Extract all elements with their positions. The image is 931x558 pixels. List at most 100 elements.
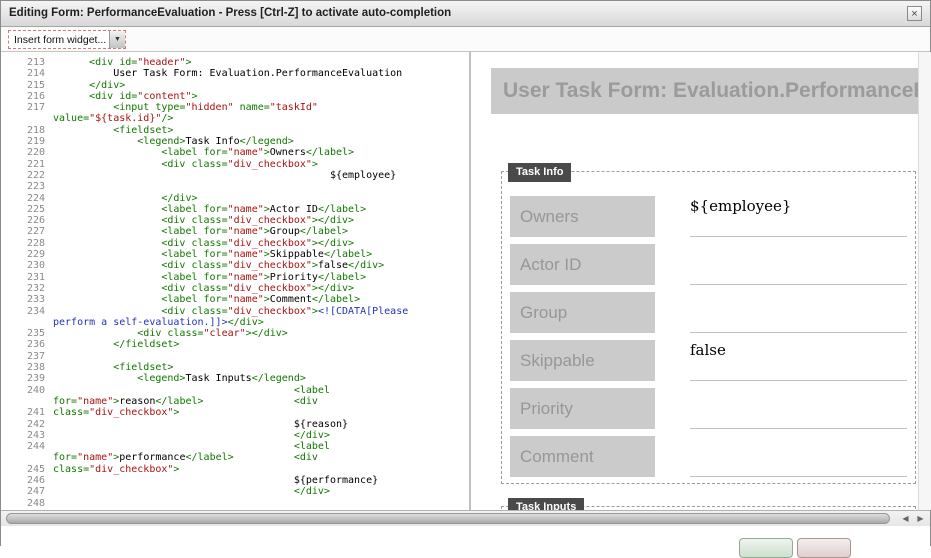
code-editor[interactable]: 213 <div id="header">214 User Task Form:… xyxy=(1,52,469,510)
code-line: 222 ${employee} xyxy=(1,170,469,181)
code-text: perform a self-evaluation.]]></div> xyxy=(53,317,264,328)
code-text: </fieldset> xyxy=(53,339,179,350)
line-number: 215 xyxy=(1,80,53,91)
line-number: 217 xyxy=(1,102,53,113)
line-number: 240 xyxy=(1,385,53,396)
form-field-row: Comment xyxy=(510,436,907,477)
field-value: false xyxy=(690,340,907,381)
line-number: 229 xyxy=(1,249,53,260)
toolbar: Insert form widget... ▼ xyxy=(1,27,930,52)
form-field-row: Priority xyxy=(510,388,907,429)
window-title: Editing Form: PerformanceEvaluation - Pr… xyxy=(9,7,451,19)
code-line: 230 <div class="div_checkbox">false</div… xyxy=(1,260,469,271)
code-text: </div> xyxy=(53,430,330,441)
code-line: 224 </div> xyxy=(1,193,469,204)
code-line: 234 <div class="div_checkbox"><![CDATA[P… xyxy=(1,306,469,317)
bottom-bar xyxy=(1,526,930,546)
code-text: <label for="name">Actor ID</label> xyxy=(53,204,366,215)
form-field-row: Actor ID xyxy=(510,244,907,285)
line-number: 219 xyxy=(1,136,53,147)
code-line: 238 <fieldset> xyxy=(1,362,469,373)
line-number: 227 xyxy=(1,226,53,237)
line-number: 246 xyxy=(1,475,53,486)
field-label: Group xyxy=(510,292,655,333)
field-value xyxy=(690,388,907,429)
line-number: 223 xyxy=(1,181,53,192)
code-line: value="${task.id}"/> xyxy=(1,113,469,124)
field-value xyxy=(690,244,907,285)
code-line: 226 <div class="div_checkbox"></div> xyxy=(1,215,469,226)
insert-widget-dropdown-value: Insert form widget... xyxy=(9,31,109,48)
code-line: for="name">performance</label> <div xyxy=(1,452,469,463)
code-text: <div class="div_checkbox"></div> xyxy=(53,238,354,249)
action-button-left[interactable] xyxy=(739,538,793,558)
code-text: <legend>Task Inputs</legend> xyxy=(53,373,306,384)
action-button-right[interactable] xyxy=(797,538,851,558)
line-number xyxy=(1,113,53,124)
code-line: 213 <div id="header"> xyxy=(1,57,469,68)
code-text: <div class="div_checkbox"> xyxy=(53,159,318,170)
code-text: <div class="div_checkbox">false</div> xyxy=(53,260,384,271)
code-line: 243 </div> xyxy=(1,430,469,441)
line-number: 242 xyxy=(1,419,53,430)
code-line: 240 <label xyxy=(1,385,469,396)
code-text: <fieldset> xyxy=(53,362,173,373)
field-label: Skippable xyxy=(510,340,655,381)
line-number: 228 xyxy=(1,238,53,249)
close-button[interactable]: × xyxy=(907,6,922,21)
code-text: <legend>Task Info</legend> xyxy=(53,136,294,147)
code-text: class="div_checkbox"> xyxy=(53,407,179,418)
code-line: for="name">reason</label> <div xyxy=(1,396,469,407)
scroll-right-icon[interactable]: ▶ xyxy=(914,514,927,523)
preview-form-title: User Task Form: Evaluation.PerformanceEv… xyxy=(503,79,931,102)
form-field-row: Group xyxy=(510,292,907,333)
line-number xyxy=(1,317,53,328)
task-info-fieldset: Task Info Owners${employee}Actor IDGroup… xyxy=(501,171,916,484)
main-split: 213 <div id="header">214 User Task Form:… xyxy=(1,52,930,510)
code-line: 247 </div> xyxy=(1,486,469,497)
insert-widget-dropdown[interactable]: Insert form widget... ▼ xyxy=(8,30,126,49)
chevron-down-icon[interactable]: ▼ xyxy=(109,31,125,48)
code-text: <label for="name">Priority</label> xyxy=(53,272,366,283)
code-text: <label xyxy=(53,441,330,452)
code-line: 220 <label for="name">Owners</label> xyxy=(1,147,469,158)
line-number: 232 xyxy=(1,283,53,294)
line-number: 218 xyxy=(1,125,53,136)
line-number: 247 xyxy=(1,486,53,497)
preview-vertical-scrollbar[interactable] xyxy=(918,52,931,510)
code-line: 227 <label for="name">Group</label> xyxy=(1,226,469,237)
code-line: 216 <div id="content"> xyxy=(1,91,469,102)
code-text: <label for="name">Comment</label> xyxy=(53,294,360,305)
code-line: 221 <div class="div_checkbox"> xyxy=(1,159,469,170)
scroll-left-icon[interactable]: ◀ xyxy=(899,514,912,523)
code-line: 232 <div class="div_checkbox"></div> xyxy=(1,283,469,294)
field-label: Owners xyxy=(510,196,655,237)
title-bar[interactable]: Editing Form: PerformanceEvaluation - Pr… xyxy=(1,1,930,27)
code-text: </div> xyxy=(53,486,330,497)
line-number: 236 xyxy=(1,339,53,350)
line-number: 222 xyxy=(1,170,53,181)
code-lines-container: 213 <div id="header">214 User Task Form:… xyxy=(1,57,469,509)
code-line: 223 xyxy=(1,181,469,192)
code-text: value="${task.id}"/> xyxy=(53,113,173,124)
preview-form-header: User Task Form: Evaluation.PerformanceEv… xyxy=(491,68,931,114)
horizontal-scrollbar-thumb[interactable] xyxy=(6,513,890,524)
line-number: 213 xyxy=(1,57,53,68)
code-text: for="name">reason</label> <div xyxy=(53,396,318,407)
code-text: <label for="name">Owners</label> xyxy=(53,147,354,158)
line-number: 241 xyxy=(1,407,53,418)
task-info-legend: Task Info xyxy=(508,163,571,182)
form-field-row: Owners${employee} xyxy=(510,196,907,237)
line-number: 248 xyxy=(1,498,53,509)
code-text: for="name">performance</label> <div xyxy=(53,452,318,463)
code-text: <div class="div_checkbox"></div> xyxy=(53,283,354,294)
code-text: ${performance} xyxy=(53,475,378,486)
code-text: ${reason} xyxy=(53,419,348,430)
horizontal-scrollbar[interactable]: ◀ ▶ xyxy=(1,510,930,526)
code-line: 235 <div class="clear"></div> xyxy=(1,328,469,339)
code-text: <fieldset> xyxy=(53,125,173,136)
line-number: 214 xyxy=(1,68,53,79)
code-line: 248 xyxy=(1,498,469,509)
line-number: 220 xyxy=(1,147,53,158)
field-value xyxy=(690,292,907,333)
